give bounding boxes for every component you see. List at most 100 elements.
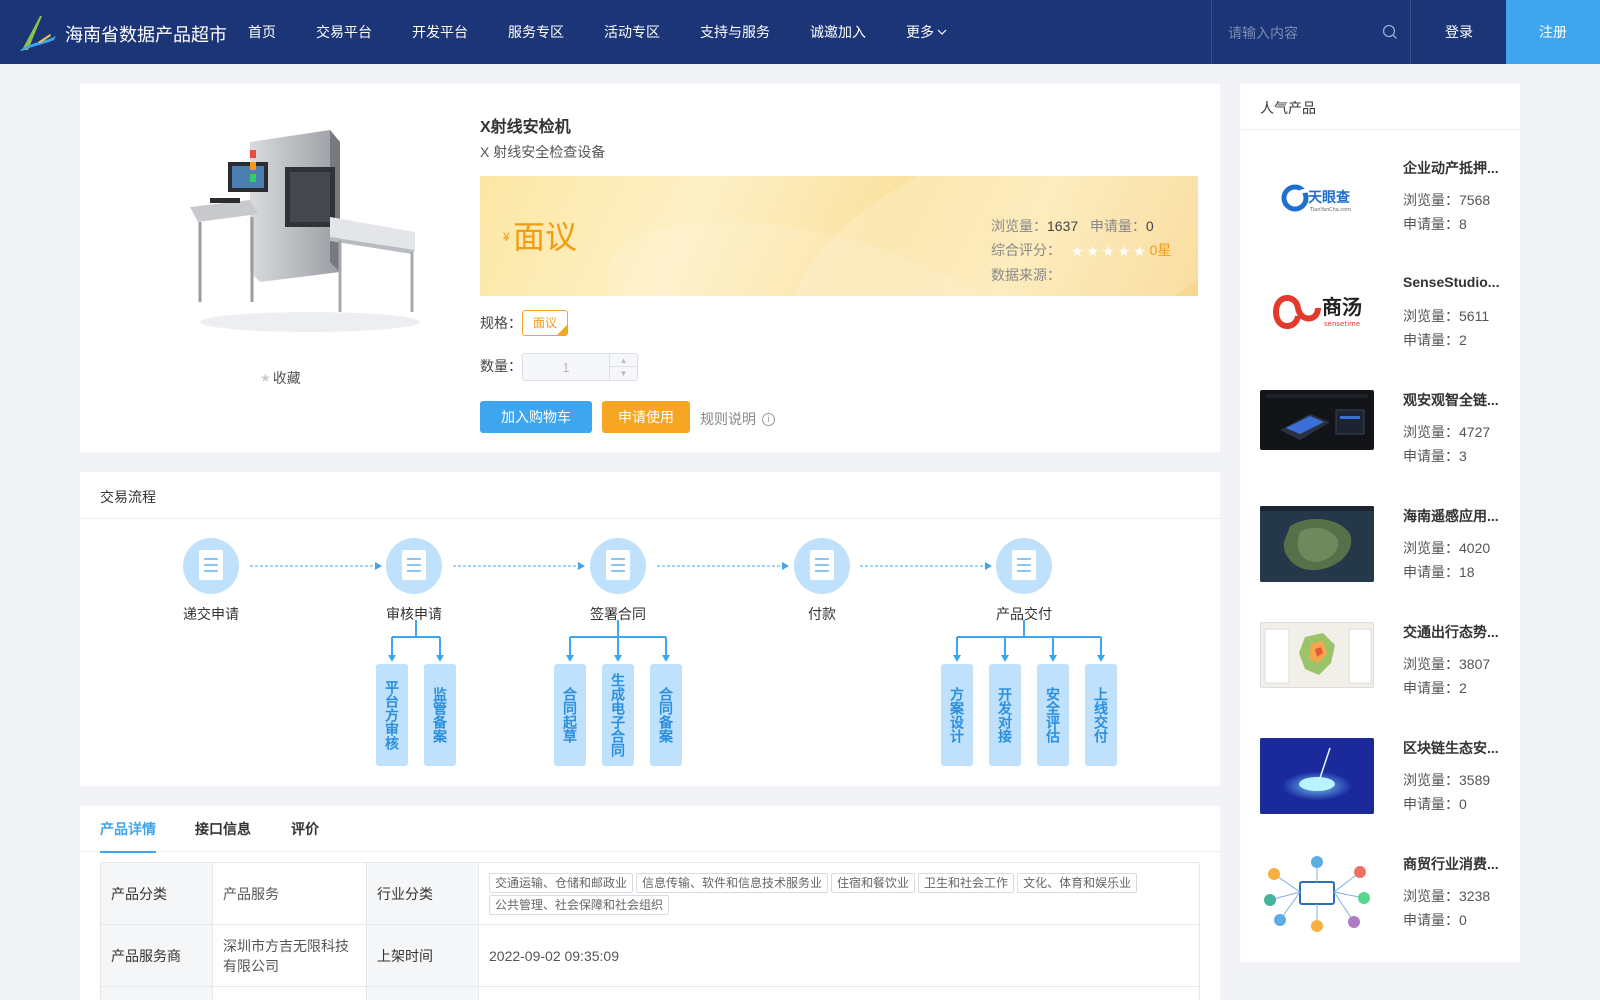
detail-tabs: 产品详情 接口信息 评价	[80, 806, 1220, 853]
applications-label: 申请量：	[1403, 332, 1459, 348]
quantity-decrease-button[interactable]: ▼	[610, 367, 637, 380]
industry-tag: 公共管理、社会保障和社会组织	[489, 894, 670, 915]
flow-step-payment: 付款	[777, 538, 867, 624]
flow-substep: 监管备案	[424, 664, 456, 766]
popular-item-name: 企业动产抵押...	[1403, 160, 1499, 176]
logo-subtext: TianYanCha.com	[1309, 207, 1351, 213]
popular-item-name: 区块链生态安...	[1403, 740, 1499, 756]
register-button[interactable]: 注册	[1506, 0, 1600, 64]
currency-symbol: ¥	[503, 230, 510, 244]
nav-more[interactable]: 更多	[886, 0, 967, 64]
nav-service-zone[interactable]: 服务专区	[488, 0, 584, 64]
review-document-icon	[386, 538, 442, 594]
applications-value: 0	[1459, 796, 1467, 812]
add-to-cart-button[interactable]: 加入购物车	[480, 401, 592, 433]
views-label: 浏览量：	[1403, 772, 1459, 788]
source-label: 数据来源：	[991, 267, 1061, 284]
spec-option[interactable]: 面议	[522, 310, 568, 336]
logo-subtext: sensetime	[1324, 320, 1360, 328]
popular-item[interactable]: 观安观智全链... 浏览量：4727 申请量：3	[1260, 390, 1510, 486]
satellite-map-image	[1260, 506, 1374, 582]
price-panel: ¥ 面议 浏览量：1637 申请量：0 综合评分： ★ ★ ★ ★ ★ 0星 数…	[480, 176, 1198, 296]
applications-label: 申请量：	[1403, 912, 1459, 928]
tab-reviews[interactable]: 评价	[291, 819, 319, 851]
product-info-table: 产品分类 产品服务 行业分类 交通运输、仓储和邮政业 信息传输、软件和信息技术服务…	[100, 862, 1200, 1000]
nav-dev-platform[interactable]: 开发平台	[392, 0, 488, 64]
views-value: 4727	[1459, 424, 1491, 440]
nav-support[interactable]: 支持与服务	[680, 0, 790, 64]
popular-item[interactable]: 天眼查 TianYanCha.com 企业动产抵押... 浏览量：7568 申请…	[1260, 158, 1510, 254]
popular-item[interactable]: 交通出行态势... 浏览量：3807 申请量：2	[1260, 622, 1510, 718]
nav-activity-zone[interactable]: 活动专区	[584, 0, 680, 64]
tab-product-details[interactable]: 产品详情	[100, 819, 156, 853]
quantity-increase-button[interactable]: ▲	[610, 354, 637, 367]
site-logo-icon[interactable]	[18, 12, 58, 52]
apply-use-button[interactable]: 申请使用	[602, 401, 690, 433]
nav-join[interactable]: 诚邀加入	[790, 0, 886, 64]
nav-more-label: 更多	[906, 24, 934, 40]
applications-value: 3	[1459, 448, 1467, 464]
flow-step-label: 付款	[808, 606, 836, 622]
popular-item[interactable]: 海南遥感应用... 浏览量：4020 申请量：18	[1260, 506, 1510, 602]
rules-link[interactable]: 规则说明 i	[700, 409, 775, 429]
spec-label: 规格：	[480, 315, 522, 331]
nav-trading-platform[interactable]: 交易平台	[296, 0, 392, 64]
flow-substep: 方案设计	[941, 664, 973, 766]
chevron-down-icon	[937, 29, 947, 35]
views-label: 浏览量：	[991, 218, 1047, 234]
table-row: 产品服务商 深圳市方吉无限科技有限公司 上架时间 2022-09-02 09:3…	[100, 924, 1200, 987]
favorite-label: 收藏	[272, 370, 301, 386]
table-value: 深圳市方吉无限科技有限公司	[212, 924, 367, 987]
application-form-icon	[183, 538, 239, 594]
popular-title: 人气产品	[1260, 100, 1316, 116]
table-row: 产品分类 产品服务 行业分类 交通运输、仓储和邮政业 信息传输、软件和信息技术服务…	[100, 862, 1200, 925]
star-icon: ★	[1117, 243, 1131, 260]
login-button[interactable]: 登录	[1412, 0, 1506, 64]
table-value: 2022-09-02 09:35:09	[478, 924, 1200, 987]
popular-products-panel: 人气产品 天眼查 TianYanCha.com 企业动产抵押... 浏览量：75…	[1240, 84, 1520, 962]
search-icon[interactable]	[1382, 24, 1398, 40]
star-icon: ★	[1102, 243, 1115, 260]
applications-label: 申请量：	[1403, 216, 1459, 232]
views-label: 浏览量：	[1403, 888, 1459, 904]
info-icon: i	[762, 412, 775, 426]
flow-step-label: 递交申请	[183, 606, 239, 622]
product-subtitle: X 射线安全检查设备	[480, 144, 606, 160]
nav-home[interactable]: 首页	[228, 0, 296, 64]
traffic-map-image	[1260, 622, 1374, 688]
transaction-flow-card: 交易流程 递交申请 审核申请 签署合同 付款 产品交付 平台方审核 监管备案 合…	[80, 472, 1220, 786]
popular-item[interactable]: 商汤 sensetime SenseStudio... 浏览量：5611 申请量…	[1260, 274, 1510, 370]
applications-label: 申请量：	[1403, 796, 1459, 812]
quantity-stepper: ▲ ▼	[522, 353, 638, 381]
popular-item[interactable]: 商贸行业消费... 浏览量：3238 申请量：0	[1260, 854, 1510, 950]
industry-tag: 信息传输、软件和信息技术服务业	[636, 872, 829, 893]
rating-label: 综合评分：	[991, 242, 1061, 258]
favorite-button[interactable]: ★ 收藏	[260, 368, 301, 388]
views-value: 5611	[1459, 308, 1490, 324]
tab-api-info[interactable]: 接口信息	[195, 819, 251, 851]
rating-stars: ★ ★ ★ ★ ★	[1071, 239, 1146, 263]
selected-corner-icon	[557, 325, 567, 335]
applications-value: 2	[1459, 680, 1467, 696]
popular-item[interactable]: 区块链生态安... 浏览量：3589 申请量：0	[1260, 738, 1510, 834]
flow-step-submit: 递交申请	[166, 538, 256, 624]
search-input[interactable]	[1228, 22, 1378, 44]
popular-item-name: 交通出行态势...	[1403, 624, 1499, 640]
flow-substep: 生成电子合同	[602, 664, 634, 766]
star-icon: ★	[260, 371, 271, 385]
applications-value: 8	[1459, 216, 1467, 232]
delivery-document-icon	[996, 538, 1052, 594]
main-nav: 首页 交易平台 开发平台 服务专区 活动专区 支持与服务 诚邀加入 更多	[228, 0, 967, 64]
top-navigation-bar: 海南省数据产品超市 首页 交易平台 开发平台 服务专区 活动专区 支持与服务 诚…	[0, 0, 1600, 64]
flow-step-contract: 签署合同	[573, 538, 663, 624]
flow-substep: 合同起草	[554, 664, 586, 766]
tianyancha-logo-icon: 天眼查 TianYanCha.com	[1260, 162, 1374, 234]
views-label: 浏览量：	[1403, 424, 1459, 440]
flow-step-delivery: 产品交付	[979, 538, 1069, 624]
flow-substep: 安全评估	[1037, 664, 1069, 766]
star-icon: ★	[1086, 243, 1100, 260]
site-title[interactable]: 海南省数据产品超市	[65, 21, 227, 47]
quantity-input[interactable]	[523, 354, 609, 380]
table-key: 上架时间	[366, 924, 479, 987]
popular-item-name: SenseStudio...	[1403, 274, 1500, 290]
